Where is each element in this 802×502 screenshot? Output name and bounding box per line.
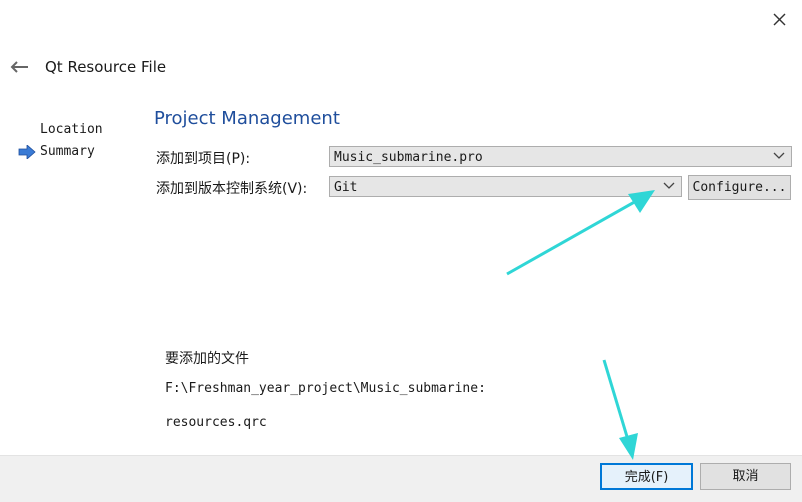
annotation-arrow-icon <box>506 190 655 276</box>
file-item: resources.qrc <box>165 415 267 430</box>
vcs-select[interactable]: Git <box>329 176 682 197</box>
page-heading: Project Management <box>154 108 340 129</box>
dialog-title: Qt Resource File <box>45 58 167 76</box>
back-arrow-icon <box>10 61 28 73</box>
cancel-button[interactable]: 取消 <box>700 463 791 490</box>
back-button[interactable] <box>6 56 34 78</box>
annotation-arrow-icon <box>602 359 638 460</box>
vcs-select-value: Git <box>334 180 358 195</box>
chevron-down-icon <box>663 182 675 189</box>
files-path: F:\Freshman_year_project\Music_submarine… <box>165 381 486 396</box>
finish-button[interactable]: 完成(F) <box>600 463 693 490</box>
vcs-label: 添加到版本控制系统(V): <box>156 181 308 197</box>
chevron-down-icon <box>773 152 785 159</box>
project-select[interactable]: Music_submarine.pro <box>329 146 792 167</box>
project-select-value: Music_submarine.pro <box>334 150 483 165</box>
project-label: 添加到项目(P): <box>156 151 251 167</box>
files-heading: 要添加的文件 <box>165 351 249 367</box>
right-arrow-icon <box>18 144 36 160</box>
step-summary: Summary <box>40 144 95 159</box>
close-button[interactable] <box>764 5 794 33</box>
configure-button[interactable]: Configure... <box>688 175 791 200</box>
step-location: Location <box>40 122 103 137</box>
close-icon <box>773 13 786 26</box>
